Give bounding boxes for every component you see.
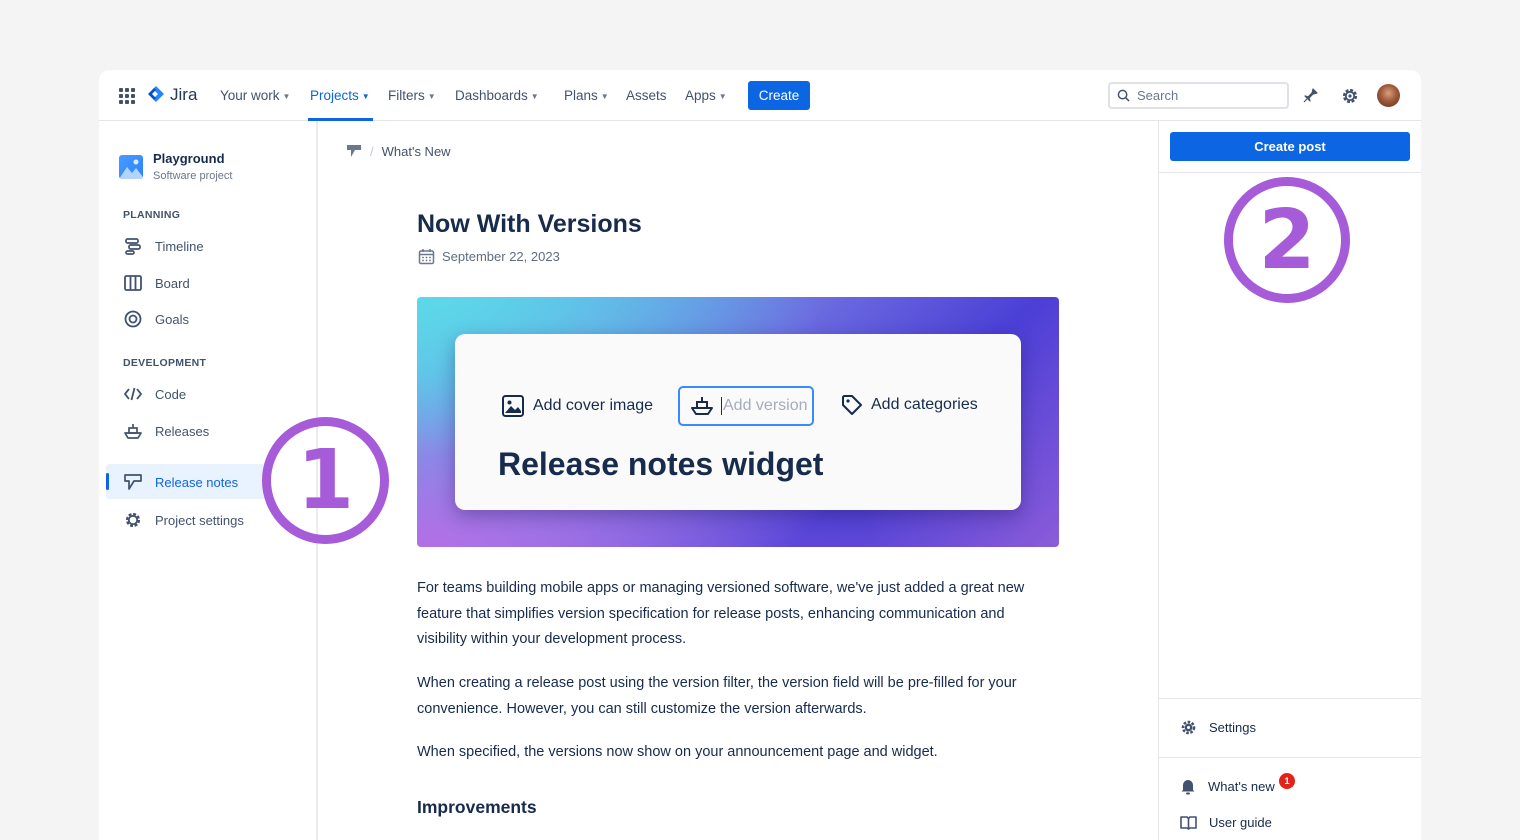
gear-icon[interactable] — [1339, 85, 1361, 107]
gear-icon — [125, 512, 141, 528]
megaphone-icon — [347, 145, 361, 157]
megaphone-icon — [124, 474, 142, 490]
settings-link[interactable]: Settings — [1180, 719, 1256, 736]
timeline-icon — [125, 238, 141, 255]
add-categories-option: Add categories — [841, 394, 978, 416]
divider — [1159, 757, 1421, 758]
callout-marker-one: 1 — [262, 417, 389, 544]
post-date-text: September 22, 2023 — [442, 249, 560, 264]
nav-dashboards[interactable]: Dashboards ▼ — [455, 88, 539, 103]
development-section-label: DEVELOPMENT — [123, 357, 207, 369]
bell-icon — [1181, 780, 1195, 795]
board-icon — [124, 275, 142, 291]
sidebar-item-timeline[interactable]: Timeline — [123, 236, 204, 256]
sidebar-item-label: Project settings — [155, 512, 244, 528]
sidebar-item-goals[interactable]: Goals — [123, 309, 189, 329]
sidebar-item-label: Code — [155, 386, 187, 402]
add-version-placeholder: Add version — [721, 397, 808, 415]
sidebar-item-label: Timeline — [155, 238, 204, 254]
tag-icon — [842, 395, 862, 415]
nav-projects[interactable]: Projects ▼ — [310, 88, 370, 103]
sidebar-item-project-settings[interactable]: Project settings — [123, 510, 244, 530]
body-paragraph: When specified, the versions now show on… — [417, 744, 938, 760]
project-avatar-icon — [119, 155, 143, 179]
search-placeholder: Search — [1137, 88, 1179, 103]
breadcrumb-current[interactable]: What's New — [382, 144, 451, 159]
sidebar-item-board[interactable]: Board — [123, 273, 190, 293]
avatar[interactable] — [1377, 84, 1400, 107]
sidebar-item-label: Release notes — [155, 474, 239, 490]
page-title: Now With Versions — [417, 210, 642, 238]
nav-plans[interactable]: Plans ▼ — [564, 88, 609, 103]
whats-new-link[interactable]: What's new — [1180, 778, 1275, 795]
nav-dashboards-label: Dashboards — [455, 88, 528, 103]
divider — [1159, 172, 1421, 173]
chevron-down-icon: ▼ — [530, 92, 539, 101]
gear-icon — [1181, 720, 1196, 735]
sidebar-item-label: Goals — [155, 311, 189, 327]
create-button[interactable]: Create — [748, 81, 810, 110]
add-version-field: Add version — [678, 386, 814, 426]
nav-your-work-label: Your work — [220, 88, 280, 103]
project-type: Software project — [153, 170, 233, 182]
code-icon — [123, 387, 143, 401]
notifications-icon[interactable] — [1299, 85, 1321, 107]
widget-preview-title: Release notes widget — [498, 446, 824, 482]
sidebar-active-indicator — [106, 473, 109, 490]
chevron-down-icon: ▼ — [282, 92, 291, 101]
target-icon — [124, 310, 142, 328]
add-categories-label: Add categories — [871, 396, 978, 413]
post-date: September 22, 2023 — [418, 248, 560, 265]
callout-marker-two: 2 — [1224, 177, 1350, 303]
calendar-icon — [418, 249, 435, 265]
body-paragraph: For teams building mobile apps or managi… — [417, 580, 1025, 647]
cover-image: Add cover image Add version Add categori… — [417, 297, 1059, 547]
nav-apps-label: Apps — [685, 88, 716, 103]
create-post-button[interactable]: Create post — [1170, 132, 1410, 161]
sidebar-item-release-notes[interactable]: Release notes — [123, 472, 238, 492]
jira-logo-icon — [148, 86, 164, 102]
add-cover-image-option: Add cover image — [501, 394, 653, 418]
nav-assets[interactable]: Assets — [626, 88, 667, 103]
breadcrumb: / What's New — [346, 143, 451, 159]
chevron-down-icon: ▼ — [427, 92, 436, 101]
chevron-down-icon: ▼ — [361, 92, 370, 101]
ship-icon — [691, 397, 713, 415]
jira-logo[interactable]: Jira — [146, 85, 197, 105]
notification-badge: 1 — [1279, 773, 1295, 789]
ship-icon — [124, 424, 142, 439]
body-paragraph: When creating a release post using the v… — [417, 675, 1017, 717]
chevron-down-icon: ▼ — [600, 92, 609, 101]
improvements-heading: Improvements — [417, 797, 537, 817]
image-icon — [502, 395, 524, 417]
settings-label: Settings — [1209, 720, 1256, 735]
nav-filters[interactable]: Filters ▼ — [388, 88, 436, 103]
app-switcher-icon[interactable] — [119, 88, 135, 104]
top-navigation: Jira Your work ▼ Projects ▼ Filters ▼ Dashb… — [99, 70, 1421, 121]
search-input[interactable]: Search — [1108, 82, 1289, 109]
widget-preview-card: Add cover image Add version Add categori… — [455, 334, 1021, 510]
nav-assets-label: Assets — [626, 88, 667, 103]
search-icon — [1117, 89, 1130, 102]
planning-section-label: PLANNING — [123, 209, 181, 221]
add-cover-image-label: Add cover image — [533, 397, 654, 414]
divider — [1159, 698, 1421, 699]
nav-apps[interactable]: Apps ▼ — [685, 88, 727, 103]
nav-plans-label: Plans — [564, 88, 598, 103]
sidebar-item-releases[interactable]: Releases — [123, 421, 209, 441]
nav-your-work[interactable]: Your work ▼ — [220, 88, 290, 103]
chevron-down-icon: ▼ — [718, 92, 727, 101]
breadcrumb-separator: / — [370, 143, 374, 159]
jira-logo-text: Jira — [170, 85, 198, 104]
project-name[interactable]: Playground — [153, 151, 225, 166]
sidebar-item-label: Releases — [155, 423, 210, 439]
nav-filters-label: Filters — [388, 88, 425, 103]
sidebar-item-code[interactable]: Code — [123, 384, 186, 404]
nav-projects-label: Projects — [310, 88, 359, 103]
whats-new-label: What's new — [1208, 779, 1275, 794]
sidebar-item-label: Board — [155, 275, 190, 291]
